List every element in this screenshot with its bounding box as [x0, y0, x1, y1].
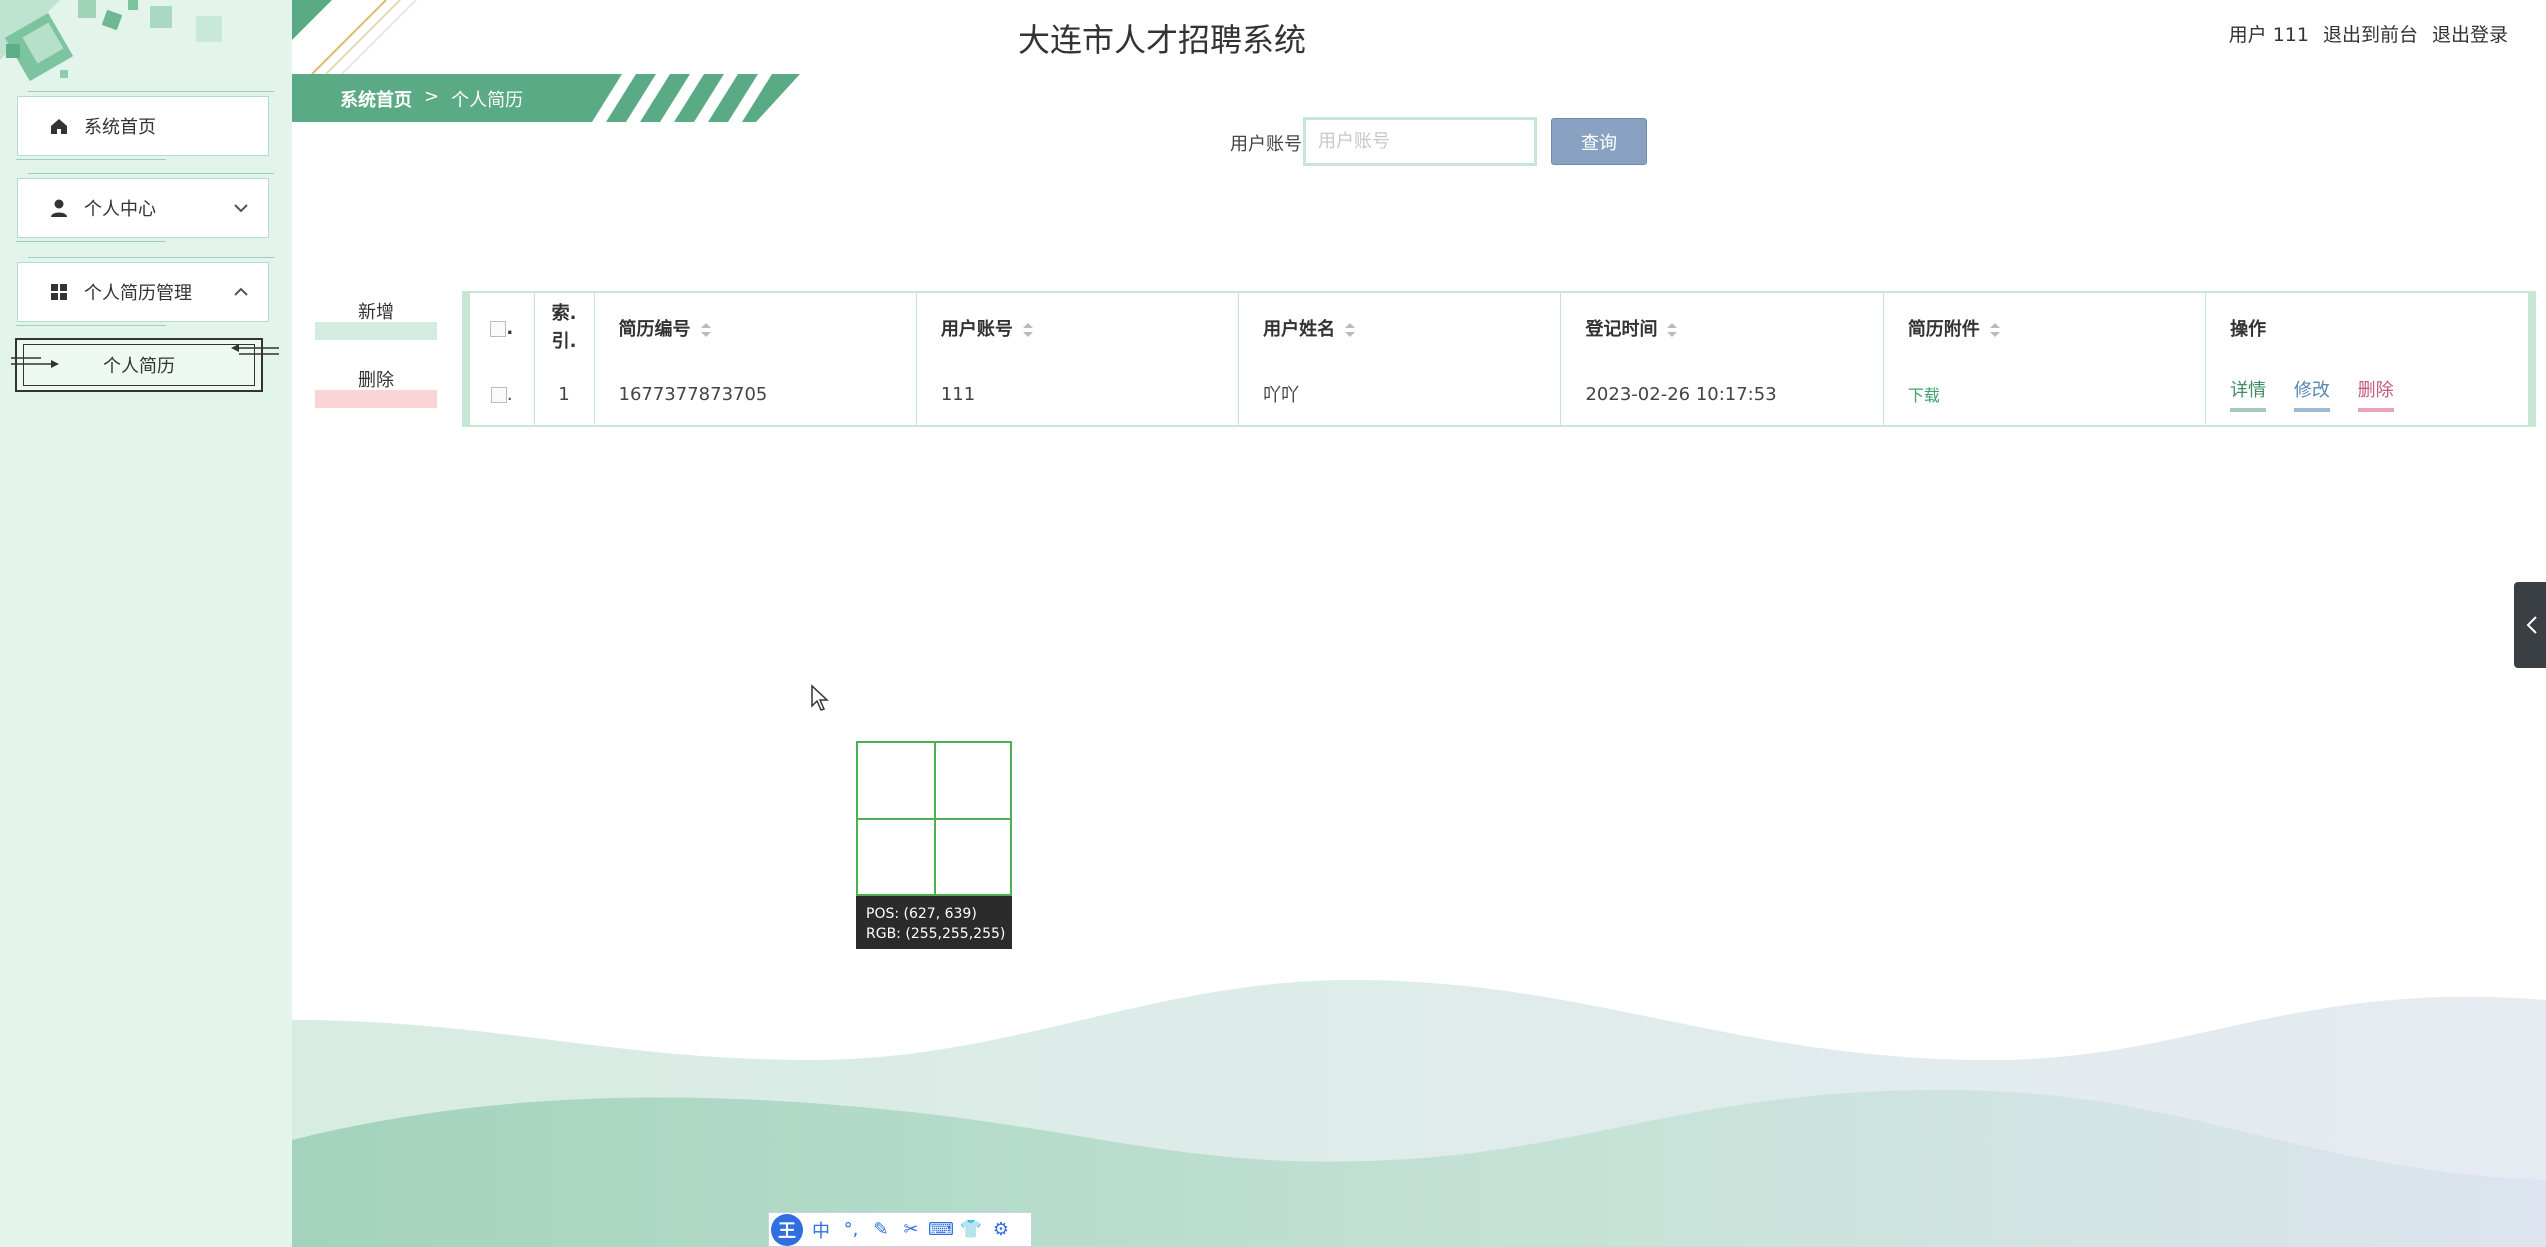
chevron-down-icon: [230, 197, 252, 219]
detail-button[interactable]: 详情: [2230, 376, 2267, 412]
sort-icon[interactable]: [700, 323, 711, 337]
search-button[interactable]: 查询: [1551, 118, 1647, 165]
add-button-bar: [315, 322, 437, 340]
add-button-label: 新增: [358, 302, 394, 323]
breadcrumb-separator: >: [424, 86, 440, 107]
pos-label: POS:: [866, 906, 900, 922]
search-label: 用户账号: [1230, 134, 1302, 155]
current-user: 用户 111: [2228, 24, 2309, 46]
download-link[interactable]: 下载: [1908, 386, 1940, 405]
user-menu: 用户 111 退出到前台 退出登录: [2229, 20, 2508, 47]
sidebar-decoration: [0, 0, 292, 100]
magnifier-grid: [856, 741, 1012, 896]
grid-horizontal-line: [858, 818, 1010, 820]
sidebar-item-personal-center[interactable]: 个人中心: [16, 173, 274, 242]
arrow-left-icon: [231, 344, 279, 355]
column-header-attachment[interactable]: 简历附件: [1883, 293, 2207, 363]
sort-icon[interactable]: [1989, 323, 2000, 337]
rgb-label: RGB:: [866, 926, 901, 942]
cell-resume-no: 1677377873705: [594, 363, 917, 425]
picker-rgb: RGB: (255,255,255): [866, 924, 1012, 944]
grid-icon: [48, 281, 70, 303]
header-label: 登记时间: [1585, 319, 1658, 340]
row-checkbox[interactable]: [490, 386, 507, 403]
ime-punctuation-icon[interactable]: °,: [839, 1218, 863, 1242]
sidebar-subitem-resume[interactable]: 个人简历: [11, 338, 279, 392]
sidebar-item-resume-management[interactable]: 个人简历管理: [16, 257, 274, 326]
header-label: 用户姓名: [1263, 319, 1336, 340]
ime-chinese-mode[interactable]: 中: [809, 1218, 833, 1242]
delete-button-bar: [315, 390, 437, 408]
cell-attachment: 下载: [1883, 363, 2207, 425]
sidebar: 系统首页 个人中心 个人简历管理 个人简历: [0, 0, 292, 1247]
edit-button[interactable]: 修改: [2293, 376, 2330, 412]
sidebar-item-label: 个人中心: [84, 199, 156, 220]
ime-toolbar: 王 中 °, ✎ ✂ ⌨ 👕 ⚙: [768, 1212, 1032, 1247]
row-index: 1: [534, 363, 595, 425]
ime-handwriting-icon[interactable]: ✎: [869, 1218, 893, 1242]
chevron-up-icon: [230, 281, 252, 303]
header-decoration: [292, 0, 417, 74]
column-header-index: 索. 引.: [534, 293, 595, 363]
column-header-resume-no[interactable]: 简历编号: [594, 293, 917, 363]
column-header-name[interactable]: 用户姓名: [1238, 293, 1562, 363]
arrow-right-icon: [11, 357, 59, 368]
cell-name: 吖吖: [1238, 363, 1562, 425]
breadcrumb: 系统首页 > 个人简历: [292, 74, 800, 122]
rgb-value: (255,255,255): [905, 926, 1006, 942]
ime-keyboard-icon[interactable]: ⌨: [928, 1218, 954, 1242]
sidebar-item-label: 系统首页: [84, 117, 156, 138]
sidebar-item-label: 个人简历管理: [84, 283, 192, 304]
ime-skin-icon[interactable]: 👕: [959, 1218, 983, 1242]
index-header-line1: 索.: [551, 303, 577, 324]
sort-icon[interactable]: [1667, 323, 1678, 337]
table-header-row: . 索. 引. 简历编号 用户账号 用户姓名 登记时间 简历附件 操作: [470, 293, 2528, 363]
add-button[interactable]: 新增: [315, 298, 437, 340]
submenu-label: 个人简历: [103, 356, 175, 377]
sort-icon[interactable]: [1022, 323, 1033, 337]
breadcrumb-home[interactable]: 系统首页: [340, 86, 412, 112]
column-header-account[interactable]: 用户账号: [916, 293, 1240, 363]
collapse-tab[interactable]: [2514, 582, 2546, 668]
cell-time: 2023-02-26 10:17:53: [1560, 363, 1884, 425]
select-all-cell: .: [470, 293, 535, 363]
ime-scissors-icon[interactable]: ✂: [899, 1218, 923, 1242]
wave-decoration: [292, 980, 2546, 1247]
mouse-cursor-icon: [811, 684, 829, 711]
picker-info: POS: (627, 639) RGB: (255,255,255): [856, 896, 1012, 949]
app-title: 大连市人才招聘系统: [1018, 21, 1307, 59]
ime-settings-icon[interactable]: ⚙: [989, 1218, 1013, 1242]
header-label: 简历附件: [1907, 319, 1980, 340]
color-picker-overlay: POS: (627, 639) RGB: (255,255,255): [856, 741, 1012, 949]
sort-icon[interactable]: [1345, 323, 1356, 337]
back-to-front-link[interactable]: 退出到前台: [2323, 20, 2418, 47]
select-all-checkbox[interactable]: [490, 320, 507, 337]
column-header-operations: 操作: [2230, 319, 2267, 340]
breadcrumb-current: 个人简历: [451, 90, 524, 111]
cell-operations: 详情 修改 删除: [2206, 363, 2528, 425]
cell-account: 111: [916, 363, 1240, 425]
header-label: 用户账号: [940, 319, 1013, 340]
delete-button-label: 删除: [358, 370, 394, 391]
column-header-time[interactable]: 登记时间: [1560, 293, 1884, 363]
user-icon: [48, 197, 70, 219]
pos-value: (627, 639): [903, 906, 977, 922]
table-row: . 1 1677377873705 111 吖吖 2023-02-26 10:1…: [470, 363, 2528, 425]
chevron-left-icon: [2526, 616, 2537, 634]
top-header: [292, 0, 2546, 74]
ime-logo-icon[interactable]: 王: [771, 1213, 803, 1246]
resume-table: . 索. 引. 简历编号 用户账号 用户姓名 登记时间 简历附件 操作 . 1 …: [462, 291, 2536, 427]
home-icon: [48, 115, 70, 137]
index-header-line2: 引.: [551, 331, 577, 352]
sidebar-item-home[interactable]: 系统首页: [16, 91, 274, 160]
search-input[interactable]: [1303, 117, 1537, 166]
row-select-cell: .: [470, 363, 535, 425]
delete-button[interactable]: 删除: [315, 366, 437, 408]
picker-pos: POS: (627, 639): [866, 904, 1012, 924]
logout-link[interactable]: 退出登录: [2432, 20, 2508, 47]
row-delete-button[interactable]: 删除: [2357, 376, 2394, 412]
header-label: 简历编号: [618, 319, 691, 340]
breadcrumb-text: 系统首页 > 个人简历: [340, 86, 523, 112]
